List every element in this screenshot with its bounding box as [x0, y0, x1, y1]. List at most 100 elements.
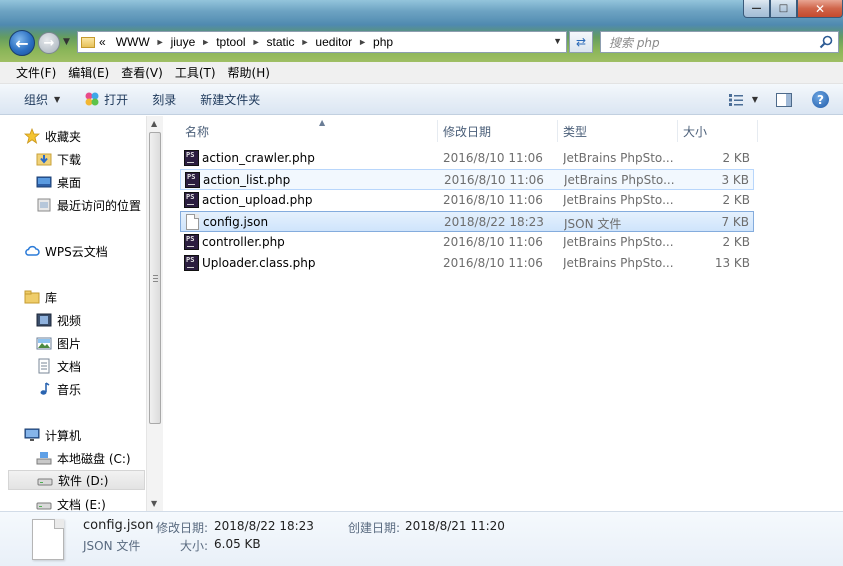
- breadcrumb-overflow[interactable]: «: [99, 35, 106, 49]
- details-filetype: JSON 文件: [83, 539, 141, 553]
- folder-icon: [81, 36, 95, 48]
- column-header-date[interactable]: 修改日期: [438, 120, 558, 142]
- file-type: JetBrains PhpSto...: [564, 173, 674, 187]
- chevron-right-icon[interactable]: ►: [358, 37, 367, 47]
- organize-button[interactable]: 组织 ▼: [0, 91, 72, 108]
- sidebar-item-downloads[interactable]: 下载: [36, 149, 81, 169]
- file-date: 2016/8/10 11:06: [443, 256, 543, 270]
- minimize-button[interactable]: —: [743, 0, 770, 18]
- menu-bar: 文件(F) 编辑(E) 查看(V) 工具(T) 帮助(H): [0, 62, 843, 84]
- sidebar-item-drive-c[interactable]: 本地磁盘 (C:): [36, 448, 131, 468]
- sidebar-item-libraries[interactable]: 库: [24, 287, 57, 307]
- preview-pane-icon[interactable]: [776, 92, 792, 107]
- sidebar-item-label: 最近访问的位置: [57, 198, 142, 213]
- file-row[interactable]: PS action_upload.php 2016/8/10 11:06 Jet…: [180, 190, 754, 211]
- back-button[interactable]: ←: [9, 30, 35, 56]
- phpstorm-file-icon: PS: [184, 150, 199, 166]
- file-size: 13 KB: [714, 256, 750, 270]
- forward-button[interactable]: →: [38, 32, 60, 54]
- scroll-up-icon[interactable]: ▲: [151, 119, 157, 128]
- breadcrumb-php[interactable]: php: [373, 35, 393, 49]
- file-row[interactable]: PS Uploader.class.php 2016/8/10 11:06 Je…: [180, 253, 754, 274]
- sidebar-item-wps-cloud[interactable]: WPS云文档: [24, 241, 108, 261]
- open-button[interactable]: 打开: [72, 91, 140, 108]
- column-header-name[interactable]: 名称 ▲: [180, 118, 438, 142]
- details-size-label: 大小:: [180, 539, 209, 553]
- chevron-right-icon[interactable]: ►: [201, 37, 210, 47]
- sidebar-item-computer[interactable]: 计算机: [24, 425, 81, 445]
- sidebar-item-label: WPS云文档: [45, 244, 108, 259]
- sidebar-item-videos[interactable]: 视频: [36, 310, 81, 330]
- arrow-right-icon: →: [43, 35, 55, 51]
- refresh-button[interactable]: ⇄: [569, 31, 593, 53]
- file-row[interactable]: PS action_list.php 2016/8/10 11:06 JetBr…: [180, 169, 754, 190]
- file-size: 7 KB: [721, 215, 749, 229]
- view-options-icon[interactable]: [728, 93, 744, 107]
- chevron-right-icon[interactable]: ►: [156, 37, 165, 47]
- search-input[interactable]: 搜索 php: [600, 31, 839, 53]
- help-icon[interactable]: ?: [812, 91, 829, 108]
- sidebar-item-pictures[interactable]: 图片: [36, 333, 81, 353]
- phpstorm-file-icon: PS: [184, 192, 199, 208]
- address-dropdown-icon[interactable]: ▼: [553, 36, 562, 46]
- menu-file[interactable]: 文件(F): [10, 64, 62, 81]
- menu-edit[interactable]: 编辑(E): [62, 64, 115, 81]
- file-row[interactable]: PS action_crawler.php 2016/8/10 11:06 Je…: [180, 148, 754, 169]
- recent-pages-dropdown[interactable]: ▼: [63, 37, 73, 49]
- sidebar-item-favorites[interactable]: 收藏夹: [24, 126, 81, 146]
- column-header-size[interactable]: 大小: [678, 120, 758, 142]
- breadcrumb-ueditor[interactable]: ueditor: [315, 35, 352, 49]
- scroll-grip-icon: [153, 275, 158, 282]
- address-bar[interactable]: « WWW ► jiuye ► tptool ► static ► uedito…: [77, 31, 567, 53]
- desktop-icon: [36, 176, 52, 188]
- column-header-type[interactable]: 类型: [558, 120, 678, 142]
- burn-button[interactable]: 刻录: [140, 91, 188, 108]
- file-size: 2 KB: [722, 151, 750, 165]
- maximize-button[interactable]: □: [770, 0, 797, 18]
- breadcrumb-tptool[interactable]: tptool: [216, 35, 245, 49]
- breadcrumb-jiuye[interactable]: jiuye: [171, 35, 196, 49]
- column-header-label: 类型: [563, 124, 588, 139]
- file-type: JetBrains PhpSto...: [563, 256, 673, 270]
- new-folder-button[interactable]: 新建文件夹: [188, 91, 272, 108]
- details-size-value: 6.05 KB: [214, 537, 261, 551]
- search-placeholder: 搜索 php: [609, 35, 660, 50]
- details-created-value: 2018/8/21 11:20: [405, 519, 505, 533]
- sidebar-item-documents[interactable]: 文档: [36, 356, 81, 376]
- burn-label: 刻录: [152, 92, 177, 107]
- file-list: 名称 ▲ 修改日期 类型 大小 PS action_crawler.php 20…: [164, 116, 843, 511]
- refresh-icon: ⇄: [575, 35, 587, 49]
- computer-icon: [24, 428, 40, 441]
- sidebar-item-music[interactable]: 音乐: [36, 379, 81, 399]
- file-row[interactable]: PS controller.php 2016/8/10 11:06 JetBra…: [180, 232, 754, 253]
- sidebar-item-desktop[interactable]: 桌面: [36, 172, 81, 192]
- sidebar-item-recent[interactable]: 最近访问的位置: [36, 195, 141, 215]
- downloads-folder-icon: [36, 153, 52, 166]
- view-options-dropdown-icon[interactable]: ▼: [752, 95, 758, 104]
- sidebar-item-drive-d[interactable]: 软件 (D:): [8, 470, 145, 490]
- menu-tools[interactable]: 工具(T): [169, 64, 222, 81]
- column-header-label: 大小: [683, 124, 708, 139]
- breadcrumb-static[interactable]: static: [266, 35, 294, 49]
- menu-view[interactable]: 查看(V): [115, 64, 169, 81]
- menu-help[interactable]: 帮助(H): [222, 64, 276, 81]
- file-row[interactable]: config.json 2018/8/22 18:23 JSON 文件 7 KB: [180, 211, 754, 232]
- chevron-right-icon[interactable]: ►: [301, 37, 310, 47]
- sidebar-item-label: 收藏夹: [45, 129, 82, 144]
- file-type: JetBrains PhpSto...: [563, 151, 673, 165]
- recent-places-icon: [37, 198, 51, 212]
- sidebar-scrollbar[interactable]: ▲ ▼: [146, 116, 163, 511]
- chevron-down-icon: ▼: [54, 94, 61, 104]
- document-icon: [38, 358, 50, 374]
- close-button[interactable]: ✕: [797, 0, 843, 18]
- file-size: 2 KB: [722, 193, 750, 207]
- file-name: config.json: [203, 215, 269, 229]
- system-drive-icon: [36, 452, 52, 465]
- scroll-down-icon[interactable]: ▼: [151, 499, 157, 508]
- search-icon[interactable]: [819, 35, 833, 49]
- command-bar: 组织 ▼ 打开 刻录 新建文件夹 ▼ ?: [0, 84, 843, 115]
- breadcrumb-www[interactable]: WWW: [116, 35, 150, 49]
- scrollbar-thumb[interactable]: [149, 132, 161, 424]
- chevron-right-icon[interactable]: ►: [252, 37, 261, 47]
- file-name: controller.php: [202, 235, 285, 249]
